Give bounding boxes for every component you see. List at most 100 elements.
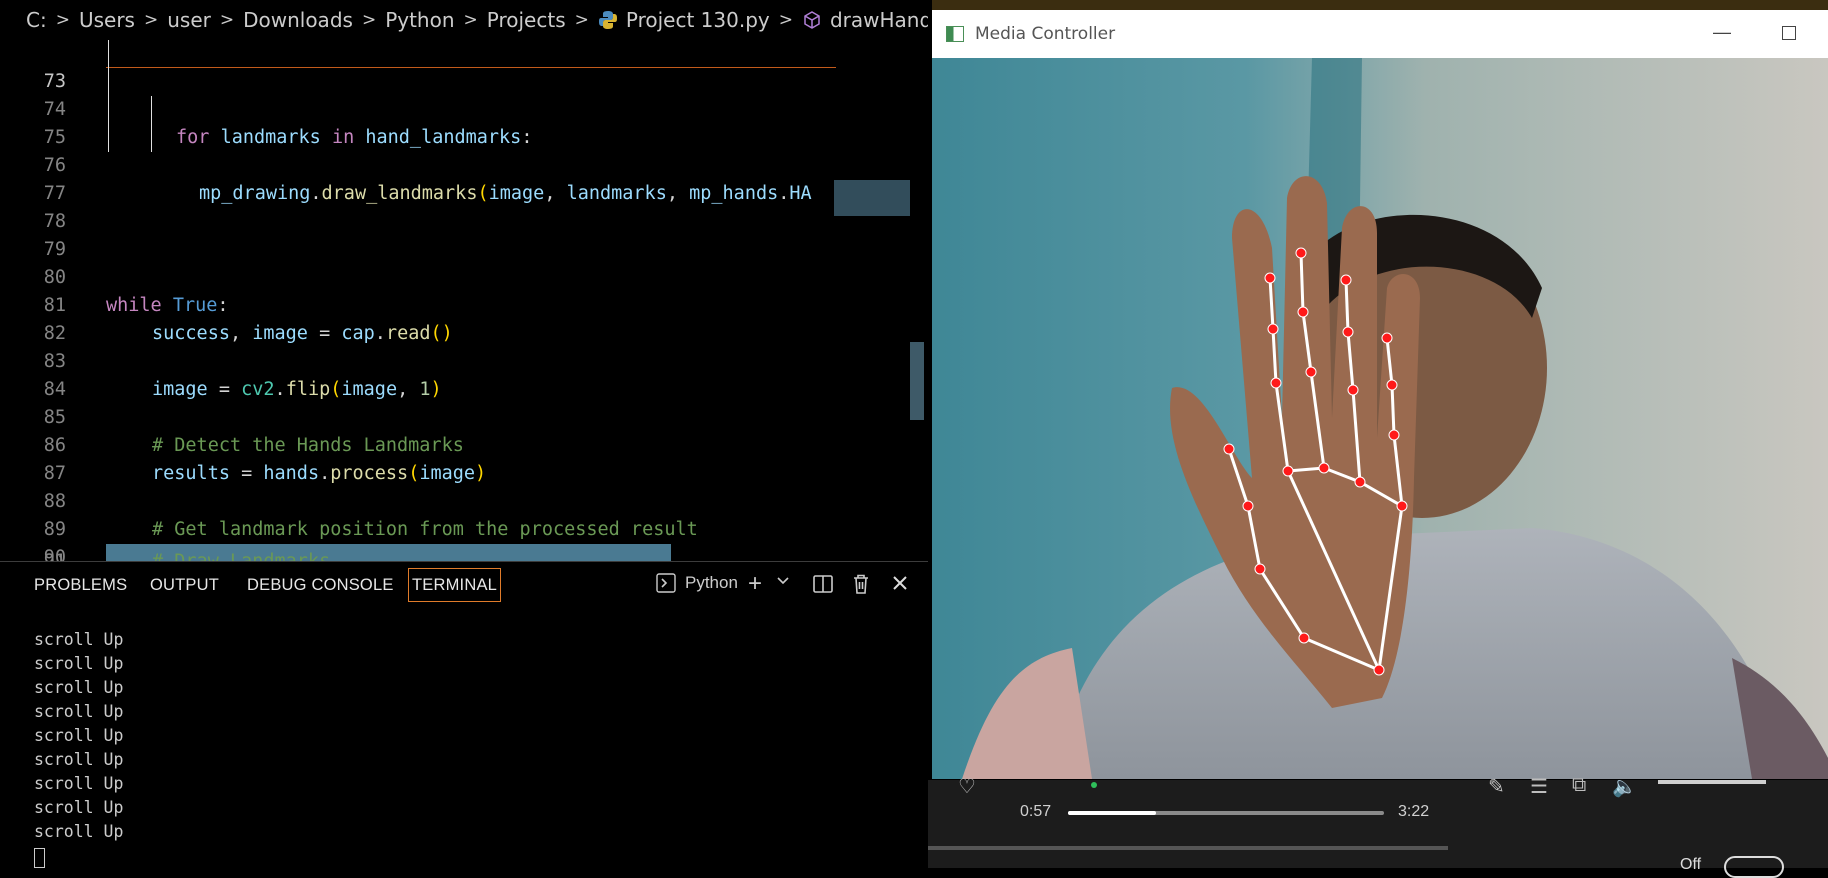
close-icon[interactable]: [891, 574, 909, 592]
split-terminal-icon[interactable]: [812, 574, 834, 594]
chevron-right-icon: >: [778, 10, 793, 30]
webcam-feed: [932, 58, 1828, 779]
code-line-83[interactable]: 83 image = cv2.flip(image, 1): [0, 320, 835, 400]
breadcrumb-label: drawHandLanmarks: [829, 8, 928, 32]
breadcrumb-item-python[interactable]: Python: [385, 8, 454, 32]
code-line-77[interactable]: 77: [0, 152, 835, 204]
total-duration: 3:22: [1398, 803, 1430, 820]
code-line-86[interactable]: 86 results = hands.process(image): [0, 404, 835, 484]
breadcrumb-item-symbol[interactable]: drawHandLanmarks: [802, 8, 928, 32]
cast-icon[interactable]: ⧉: [1572, 774, 1586, 797]
chevron-right-icon: >: [219, 10, 235, 30]
code-line-76[interactable]: 76 mp_drawing.draw_landmarks(image, land…: [0, 124, 835, 204]
volume-icon[interactable]: 🔈: [1612, 774, 1637, 799]
breadcrumb-item-user[interactable]: user: [167, 8, 211, 32]
media-player-bar: ♡ ✎ ☰ ⧉ 🔈 0:57 3:22: [928, 774, 1828, 868]
code-line-73[interactable]: 73: [0, 40, 835, 92]
bottom-panel: PROBLEMS OUTPUT DEBUG CONSOLE TERMINAL P…: [0, 561, 928, 868]
seek-bar-progress: [1068, 811, 1157, 815]
toggle-label: Off: [1680, 856, 1702, 873]
minimap-viewport[interactable]: [834, 180, 910, 216]
breadcrumb-label: Downloads: [243, 8, 353, 32]
code-line-88[interactable]: 88 # Get landmark position from the proc…: [0, 460, 835, 540]
code-line-84[interactable]: 84: [0, 348, 835, 400]
breadcrumb-item-users[interactable]: Users: [79, 8, 135, 32]
terminal-line: scroll Up: [34, 702, 124, 721]
breadcrumb-item-file[interactable]: Project 130.py: [598, 8, 770, 32]
code-line-91[interactable]: 91 # Draw Landmarks: [0, 544, 835, 561]
code-line-90[interactable]: 90: [0, 516, 835, 561]
chevron-right-icon: >: [143, 10, 159, 30]
breadcrumb-label: Projects: [486, 8, 566, 32]
breadcrumb-label: user: [167, 8, 211, 32]
breadcrumb-label: Python: [385, 8, 455, 32]
terminal-line: scroll Up: [34, 726, 124, 745]
terminal-cursor: [34, 848, 45, 868]
window-title: Media Controller: [975, 24, 1116, 44]
code-comment: # Draw Landmarks: [152, 548, 330, 561]
code-line-80[interactable]: 80 while True:: [0, 236, 835, 316]
breadcrumb-label: Users: [78, 8, 135, 32]
status-dot: [1091, 782, 1097, 788]
queue-icon[interactable]: ☰: [1530, 774, 1548, 799]
maximize-button[interactable]: [1782, 26, 1796, 40]
terminal-line: scroll Up: [34, 654, 124, 673]
terminal-line: scroll Up: [34, 750, 124, 769]
terminal-profile-button[interactable]: Python: [655, 572, 738, 594]
cube-method-icon: [804, 11, 820, 29]
breadcrumb-item-projects[interactable]: Projects: [487, 8, 566, 32]
terminal-line: scroll Up: [34, 798, 124, 817]
terminal-profile-label: Python: [685, 573, 738, 592]
code-line-85[interactable]: 85 # Detect the Hands Landmarks: [0, 376, 835, 456]
minimize-button[interactable]: —: [1707, 22, 1737, 46]
chevron-right-icon: >: [361, 10, 377, 30]
code-line-81[interactable]: 81 success, image = cap.read(): [0, 264, 835, 344]
breadcrumb-item-downloads[interactable]: Downloads: [243, 8, 353, 32]
chevron-down-icon[interactable]: [776, 574, 790, 588]
window-titlebar[interactable]: Media Controller —: [932, 10, 1828, 58]
code-line-78[interactable]: 78: [0, 180, 835, 232]
code-line-79[interactable]: 79: [0, 208, 835, 260]
chevron-right-icon: >: [574, 10, 589, 30]
tab-output[interactable]: OUTPUT: [150, 576, 219, 595]
vscode-editor-window: C: > Users > user > Downloads > Python >…: [0, 0, 928, 868]
plus-icon[interactable]: +: [748, 570, 762, 598]
heart-icon[interactable]: ♡: [958, 774, 976, 799]
python-file-icon: [598, 11, 617, 29]
webcam-frame-image: [932, 58, 1828, 779]
code-line-75[interactable]: 75: [0, 96, 835, 148]
code-line-89[interactable]: 89 hand_landmarks = results.multi_hand_l…: [0, 488, 835, 561]
panel-tabs: PROBLEMS OUTPUT DEBUG CONSOLE TERMINAL P…: [0, 562, 928, 614]
breadcrumb-label: C:: [26, 8, 47, 32]
breadcrumb-label: Project 130.py: [625, 8, 770, 32]
elapsed-time: 0:57: [1020, 803, 1052, 820]
tab-problems[interactable]: PROBLEMS: [34, 576, 127, 595]
code-line-87[interactable]: 87: [0, 432, 835, 484]
tab-terminal[interactable]: TERMINAL: [408, 568, 502, 602]
seek-bar[interactable]: [1068, 811, 1384, 815]
toggle-switch[interactable]: [1724, 856, 1784, 878]
tab-debug-console[interactable]: DEBUG CONSOLE: [247, 576, 394, 595]
terminal-line: scroll Up: [34, 774, 124, 793]
vertical-scrollbar-thumb[interactable]: [910, 342, 924, 420]
chevron-right-icon: >: [55, 10, 70, 30]
trash-icon[interactable]: [851, 573, 871, 595]
terminal-icon: [656, 573, 676, 593]
terminal-line: scroll Up: [34, 678, 124, 697]
horizontal-scrollbar[interactable]: [928, 846, 1448, 850]
background-window-strip: [932, 0, 1828, 10]
edit-icon[interactable]: ✎: [1488, 774, 1505, 799]
chevron-right-icon: >: [463, 10, 478, 30]
line-number: 91: [0, 548, 66, 561]
media-controller-window: Media Controller —: [932, 10, 1828, 780]
minimap[interactable]: [834, 40, 910, 250]
app-icon: [946, 26, 964, 42]
breadcrumb-item-drive[interactable]: C:: [26, 8, 47, 32]
terminal-line: scroll Up: [34, 822, 124, 841]
code-line-82[interactable]: 82: [0, 292, 835, 344]
code-line-74[interactable]: 74 for landmarks in hand_landmarks:: [0, 68, 835, 148]
volume-slider[interactable]: [1658, 780, 1766, 784]
code-editor[interactable]: 73 74 for landmarks in hand_landmarks: 7…: [0, 40, 928, 561]
terminal-line: scroll Up: [34, 630, 124, 649]
breadcrumb: C: > Users > user > Downloads > Python >…: [0, 0, 928, 40]
